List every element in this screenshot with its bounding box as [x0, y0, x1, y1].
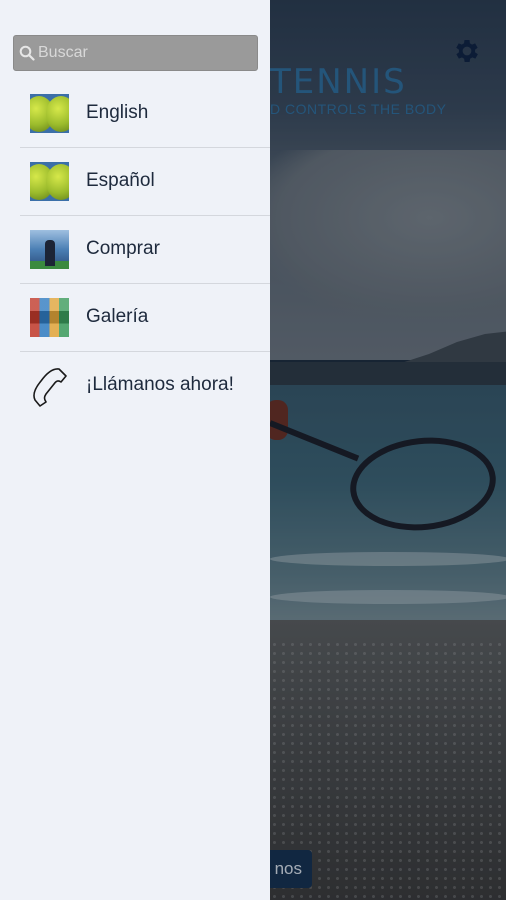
- player-photo-icon: [30, 230, 69, 269]
- search-bar[interactable]: [13, 35, 258, 71]
- phone-icon: [33, 368, 67, 407]
- menu-item-english[interactable]: English: [0, 80, 270, 148]
- menu-item-galeria[interactable]: Galería: [0, 284, 270, 352]
- search-input[interactable]: [38, 36, 253, 70]
- side-drawer: English Español Comprar Galería ¡Lláma: [0, 0, 270, 900]
- tennis-balls-icon: [30, 94, 69, 133]
- menu-item-label: Galería: [86, 306, 149, 327]
- menu-item-label: English: [86, 102, 149, 123]
- drawer-menu: English Español Comprar Galería ¡Llámano…: [0, 80, 270, 420]
- menu-item-espanol[interactable]: Español: [0, 148, 270, 216]
- tennis-balls-icon: [30, 162, 69, 201]
- search-icon: [19, 45, 35, 61]
- menu-item-comprar[interactable]: Comprar: [0, 216, 270, 284]
- menu-item-label: Español: [86, 170, 155, 191]
- gallery-collage-icon: [30, 298, 69, 337]
- menu-item-label: Comprar: [86, 238, 160, 259]
- menu-item-call-now[interactable]: ¡Llámanos ahora!: [0, 352, 270, 420]
- menu-item-label: ¡Llámanos ahora!: [86, 374, 234, 395]
